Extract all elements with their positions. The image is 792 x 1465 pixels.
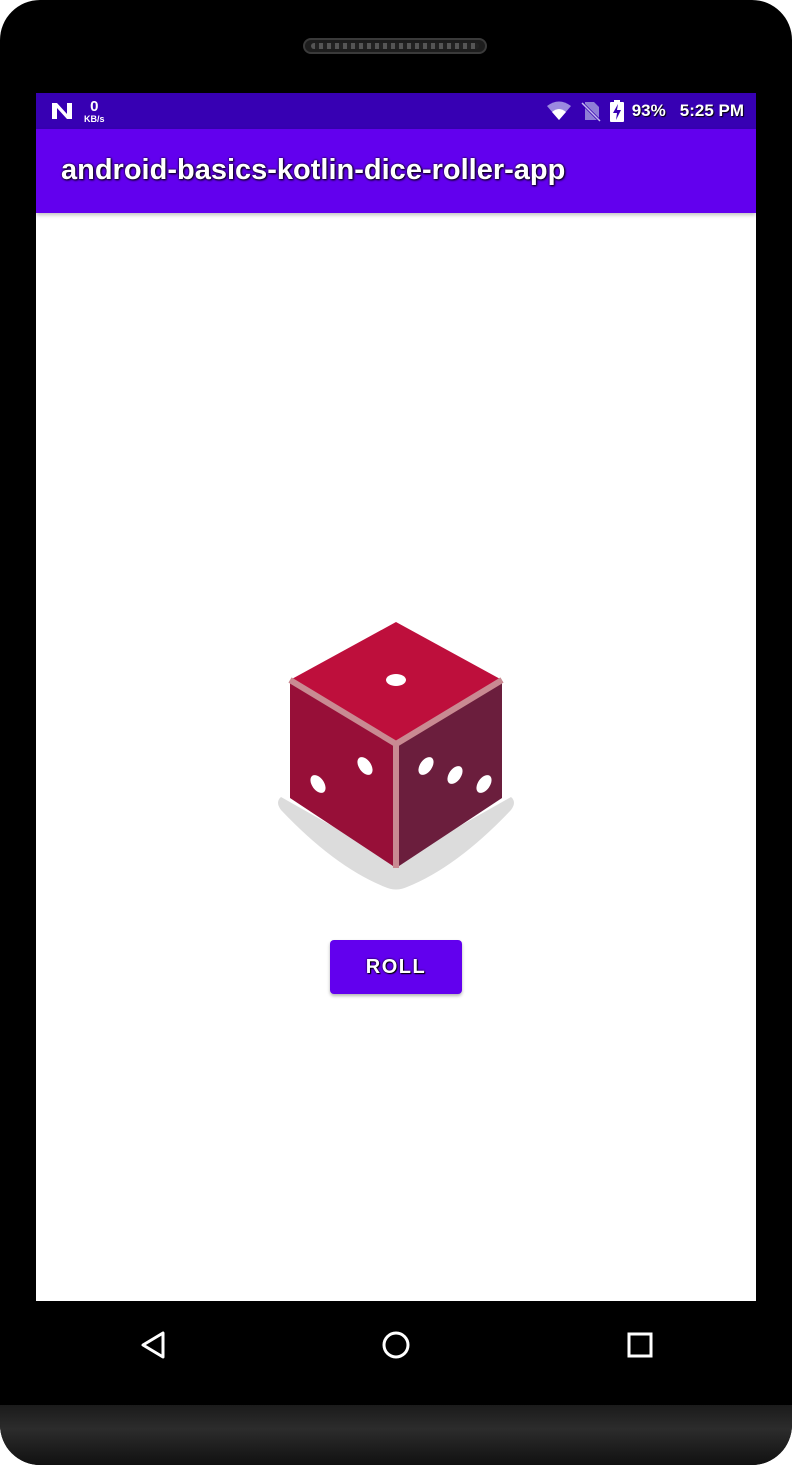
- n-notification-icon: [52, 103, 72, 119]
- battery-charging-icon: [609, 100, 624, 122]
- home-icon: [382, 1331, 410, 1359]
- nav-recents-button[interactable]: [618, 1323, 662, 1367]
- status-left: 0 KB/s: [50, 97, 105, 125]
- clock-time: 5:25 PM: [679, 101, 744, 120]
- dice-pip: [386, 674, 406, 686]
- no-sim-icon: [580, 101, 601, 122]
- battery-percent: 93%: [631, 101, 666, 120]
- dice-icon: [278, 622, 514, 890]
- device-chin: [0, 1405, 792, 1465]
- screen: 0 KB/s 93% 5:25 PM android-basics-kotlin…: [36, 93, 756, 1301]
- nav-home-button[interactable]: [374, 1323, 418, 1367]
- navigation-bar: [36, 1301, 756, 1405]
- status-right: 93% 5:25 PM: [546, 97, 744, 125]
- device-frame: 0 KB/s 93% 5:25 PM android-basics-kotlin…: [0, 0, 792, 1465]
- roll-button[interactable]: ROLL: [330, 940, 462, 994]
- recents-icon: [627, 1332, 653, 1358]
- nav-back-button[interactable]: [131, 1323, 175, 1367]
- app-title: android-basics-kotlin-dice-roller-app: [61, 154, 566, 186]
- net-speed-indicator: 0 KB/s: [84, 99, 105, 124]
- wifi-icon: [546, 101, 571, 120]
- status-bar: 0 KB/s 93% 5:25 PM: [36, 93, 756, 129]
- speaker-grille: [303, 38, 487, 54]
- back-icon: [141, 1331, 165, 1359]
- net-speed-value: 0: [90, 97, 99, 115]
- net-speed-unit: KB/s: [84, 113, 105, 124]
- app-bar: android-basics-kotlin-dice-roller-app: [36, 129, 756, 213]
